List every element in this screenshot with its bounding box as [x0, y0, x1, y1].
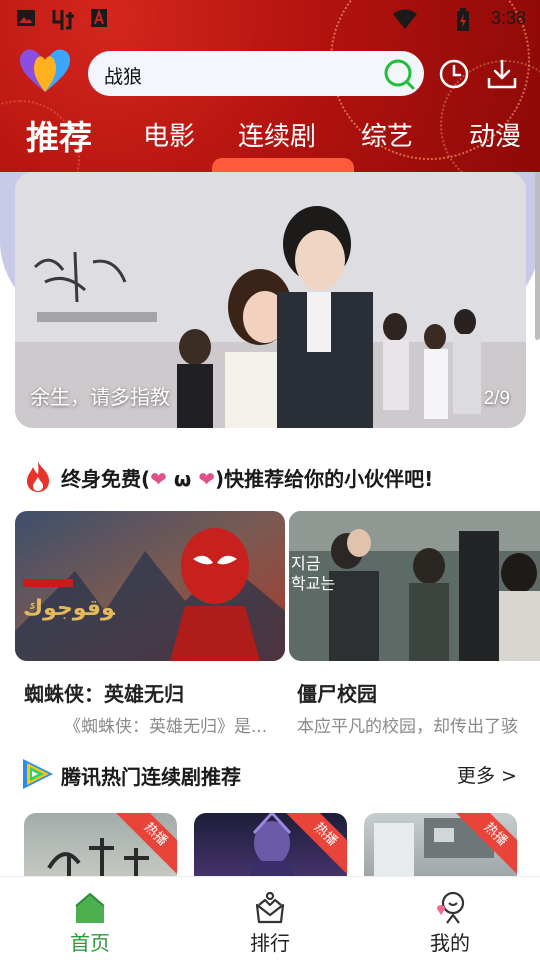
heart-icon: ❤: [198, 467, 215, 491]
card-title[interactable]: 蜘蛛侠：英雄无归: [24, 678, 184, 707]
nav-label: 我的: [430, 931, 470, 955]
zombie-school-poster: 지금 학교는: [289, 511, 540, 661]
nav-item-home[interactable]: 首页: [30, 877, 150, 960]
free-title-omega: ω: [166, 467, 199, 491]
profile-icon: [437, 891, 465, 924]
scrollbar[interactable]: [535, 172, 540, 340]
card-title[interactable]: 僵尸校园: [297, 678, 377, 707]
svg-text:학교는: 학교는: [291, 574, 335, 593]
svg-text:ﻮﻗﻮﺟﻮﻙ: ﻮﻗﻮﺟﻮﻙ: [23, 596, 116, 621]
tencent-section-title: 腾讯热门连续剧推荐: [61, 765, 241, 789]
search-input[interactable]: 战狼: [104, 62, 142, 89]
bottom-navigation: 首页 排行 我的: [0, 876, 540, 960]
free-title-prefix: 终身免费(: [61, 467, 151, 491]
banner-carousel[interactable]: 余生，请多指教 2/9: [15, 172, 526, 428]
card-description: 本应平凡的校园，却传出了骇: [297, 717, 518, 737]
tab-recommend[interactable]: 推荐: [26, 111, 92, 159]
download-icon[interactable]: [486, 58, 518, 90]
nav-item-ranking[interactable]: 排行: [210, 877, 330, 960]
app-logo: [20, 49, 70, 92]
status-time: 3:38: [490, 8, 526, 28]
svg-text:지금: 지금: [291, 554, 320, 573]
series-thumbnail[interactable]: 热播: [194, 813, 347, 883]
banner-caption: 余生，请多指教: [30, 385, 170, 409]
tencent-video-icon: [23, 759, 53, 789]
nav-item-profile[interactable]: 我的: [390, 877, 510, 960]
tab-series[interactable]: 连续剧: [238, 116, 316, 153]
free-section-title: 终身免费(❤ ω ❤)快推荐给你的小伙伴吧!: [61, 463, 433, 492]
free-title-suffix: )快推荐给你的小伙伴吧!: [214, 467, 434, 491]
spiderman-poster: ﻮﻗﻮﺟﻮﻙ: [15, 511, 285, 661]
nav-label: 首页: [70, 931, 110, 955]
status-bar: 3:38: [0, 0, 540, 38]
bug-icon: [52, 10, 74, 30]
tab-movies[interactable]: 电影: [143, 116, 195, 153]
more-link[interactable]: 更多 >: [457, 761, 517, 788]
tab-anime[interactable]: 动漫: [469, 116, 521, 153]
series-thumbnail[interactable]: 热播: [364, 813, 517, 883]
tab-indicator: [212, 158, 354, 172]
search-box[interactable]: 战狼: [88, 51, 424, 96]
tab-variety[interactable]: 综艺: [361, 116, 413, 153]
video-card-poster[interactable]: 지금 학교는: [289, 511, 540, 661]
banner-page-indicator: 2/9: [483, 388, 510, 409]
fire-icon: [27, 461, 49, 492]
search-icon[interactable]: [382, 57, 416, 91]
ranking-icon: [255, 891, 285, 924]
category-tabs: 推荐 电影 连续剧 综艺 动漫: [0, 106, 540, 166]
history-icon[interactable]: [438, 58, 470, 90]
home-icon: [75, 893, 105, 923]
heart-icon: ❤: [150, 467, 167, 491]
nav-label: 排行: [250, 931, 290, 955]
text-a-icon: [91, 8, 107, 27]
video-card-poster[interactable]: ﻮﻗﻮﺟﻮﻙ: [15, 511, 285, 661]
battery-icon: [457, 8, 469, 31]
wifi-icon: [393, 9, 417, 29]
series-thumbnail[interactable]: 热播: [24, 813, 177, 883]
header: 3:38 战狼 推荐 电影 连续剧 综艺 动漫: [0, 0, 540, 172]
image-icon: [17, 10, 35, 26]
card-description: 《蜘蛛侠：英雄无归》是...: [64, 717, 268, 737]
